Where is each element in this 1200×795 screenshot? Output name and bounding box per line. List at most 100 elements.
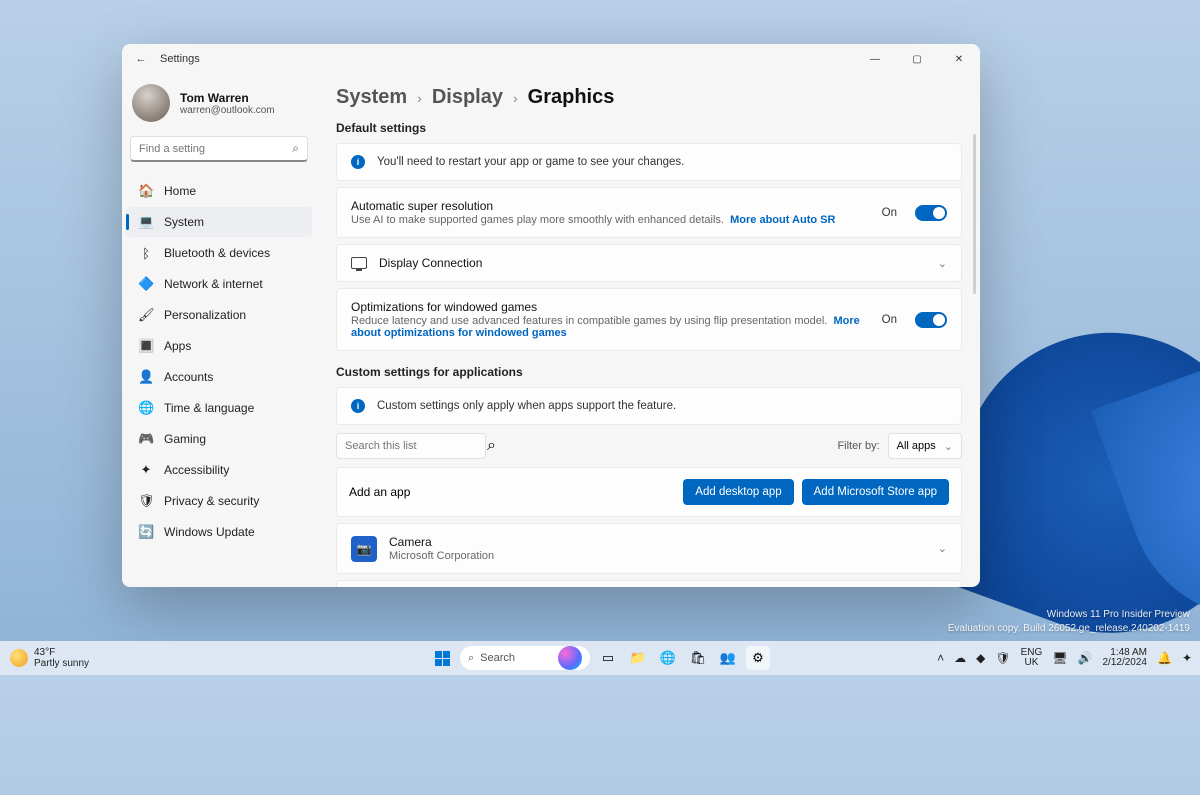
auto-sr-title: Automatic super resolution	[351, 199, 870, 213]
sidebar-item-bluetooth-devices[interactable]: ᛒBluetooth & devices	[126, 238, 312, 268]
notifications-icon[interactable]: 🔔	[1157, 651, 1172, 665]
nav-icon: 🏠	[138, 183, 154, 199]
profile-name: Tom Warren	[180, 91, 275, 105]
nav-list: 🏠Home💻SystemᛒBluetooth & devices🔷Network…	[122, 172, 316, 547]
sidebar-item-personalization[interactable]: 🖌 Personalization	[126, 300, 312, 330]
close-button[interactable]: ✕	[938, 44, 980, 74]
app-name: Camera	[389, 535, 926, 549]
scrollbar[interactable]	[973, 134, 976, 294]
edge-icon[interactable]: 🌐	[656, 646, 680, 670]
network-icon[interactable]: 🖥	[1052, 651, 1067, 665]
auto-sr-link[interactable]: More about Auto SR	[730, 214, 835, 226]
section-custom-title: Custom settings for applications	[336, 365, 962, 379]
info-icon: i	[351, 399, 365, 413]
list-search[interactable]: ⌕	[336, 433, 486, 459]
chevron-down-icon: ⌄	[944, 440, 953, 453]
volume-icon[interactable]: 🔊	[1078, 651, 1093, 665]
copilot-icon	[558, 646, 582, 670]
task-view-icon[interactable]: ▭	[596, 646, 620, 670]
section-default-title: Default settings	[336, 121, 962, 135]
auto-sr-toggle[interactable]	[915, 205, 947, 221]
add-store-app-button[interactable]: Add Microsoft Store app	[802, 479, 949, 505]
chevron-right-icon: ›	[513, 90, 518, 106]
nav-label: Accessibility	[164, 463, 229, 477]
crumb-display[interactable]: Display	[432, 86, 503, 109]
teams-icon[interactable]: 👥	[716, 646, 740, 670]
sidebar-item-accounts[interactable]: 👤Accounts	[126, 362, 312, 392]
nav-icon: ✦	[138, 462, 154, 478]
filter-dropdown[interactable]: All apps ⌄	[888, 433, 962, 459]
display-connection-card[interactable]: Display Connection ⌄	[336, 244, 962, 282]
sidebar-item-home[interactable]: 🏠Home	[126, 176, 312, 206]
start-button[interactable]	[430, 646, 454, 670]
weather-widget[interactable]: 43°F Partly sunny	[0, 647, 99, 669]
nav-label: System	[164, 215, 204, 229]
sidebar-item-accessibility[interactable]: ✦ Accessibility	[126, 455, 312, 485]
security-icon[interactable]: 🛡	[995, 651, 1010, 665]
nav-icon: 🔳	[138, 338, 154, 354]
explorer-icon[interactable]: 📁	[626, 646, 650, 670]
search-icon: ⌕	[292, 141, 299, 156]
crumb-current: Graphics	[528, 86, 615, 109]
nav-label: Gaming	[164, 432, 206, 446]
sidebar-search-input[interactable]	[139, 143, 292, 155]
add-app-label: Add an app	[349, 485, 410, 499]
app-row[interactable]: 📷CameraMicrosoft Corporation⌄	[336, 523, 962, 574]
filter-row: ⌕ Filter by: All apps ⌄	[336, 433, 962, 459]
store-icon[interactable]: 🛍	[686, 646, 710, 670]
auto-sr-sub: Use AI to make supported games play more…	[351, 214, 724, 226]
chevron-down-icon: ⌄	[938, 257, 947, 270]
sidebar-search[interactable]: ⌕	[130, 136, 308, 162]
nav-icon: ᛒ	[138, 246, 154, 261]
settings-taskbar-icon[interactable]: ⚙	[746, 646, 770, 670]
nav-label: Personalization	[164, 308, 246, 322]
nav-icon: 🌐	[138, 400, 154, 416]
clock[interactable]: 1:48 AM2/12/2024	[1102, 648, 1147, 669]
nav-label: Time & language	[164, 401, 254, 415]
nav-icon: 🖌	[138, 307, 154, 323]
copilot-tray-icon[interactable]: ✦	[1182, 651, 1192, 665]
crumb-system[interactable]: System	[336, 86, 407, 109]
avatar	[132, 84, 170, 122]
nav-icon: 🛡	[138, 493, 154, 509]
search-icon: ⌕	[468, 652, 474, 665]
language-indicator[interactable]: ENGUK	[1021, 648, 1043, 668]
sidebar-item-windows-update[interactable]: 🔄Windows Update	[126, 517, 312, 547]
taskbar-search-placeholder: Search	[480, 652, 515, 664]
tray-app-icon[interactable]: ◆	[976, 651, 985, 665]
app-icon: 📷	[351, 536, 377, 562]
sidebar-item-network-internet[interactable]: 🔷Network & internet	[126, 269, 312, 299]
nav-label: Privacy & security	[164, 494, 259, 508]
watermark: Windows 11 Pro Insider Preview Evaluatio…	[948, 608, 1190, 635]
chevron-right-icon: ›	[417, 90, 422, 106]
taskbar-search[interactable]: ⌕ Search	[460, 646, 590, 670]
sidebar-item-time-language[interactable]: 🌐 Time & language	[126, 393, 312, 423]
content-pane: System › Display › Graphics Default sett…	[322, 74, 980, 587]
app-title: Settings	[160, 53, 200, 65]
sidebar-item-system[interactable]: 💻System	[126, 207, 312, 237]
app-row[interactable]: 🛍Microsoft StoreMicrosoft Corporation⌄	[336, 580, 962, 587]
search-icon: ⌕	[487, 437, 496, 455]
profile-block[interactable]: Tom Warren warren@outlook.com	[122, 74, 316, 136]
display-icon	[351, 257, 367, 269]
taskbar: 43°F Partly sunny ⌕ Search ▭ 📁 🌐 🛍 👥 ⚙ ˄…	[0, 641, 1200, 675]
settings-window: ← Settings — ▢ ✕ Tom Warren warren@outlo…	[122, 44, 980, 587]
back-button[interactable]: ←	[134, 53, 148, 65]
onedrive-icon[interactable]: ☁	[954, 651, 966, 665]
weather-temp: 43°F	[34, 647, 89, 658]
maximize-button[interactable]: ▢	[896, 44, 938, 74]
tray-chevron-icon[interactable]: ˄	[937, 651, 944, 665]
add-desktop-app-button[interactable]: Add desktop app	[683, 479, 793, 505]
list-search-input[interactable]	[345, 440, 487, 452]
sidebar-item-privacy-security[interactable]: 🛡 Privacy & security	[126, 486, 312, 516]
sidebar-item-gaming[interactable]: 🎮Gaming	[126, 424, 312, 454]
filter-label: Filter by:	[837, 440, 879, 452]
nav-label: Windows Update	[164, 525, 255, 539]
minimize-button[interactable]: —	[854, 44, 896, 74]
sidebar-item-apps[interactable]: 🔳Apps	[126, 331, 312, 361]
windowed-toggle[interactable]	[915, 312, 947, 328]
windowed-sub: Reduce latency and use advanced features…	[351, 315, 827, 327]
filter-value: All apps	[897, 440, 936, 452]
weather-icon	[10, 649, 28, 667]
nav-label: Accounts	[164, 370, 213, 384]
